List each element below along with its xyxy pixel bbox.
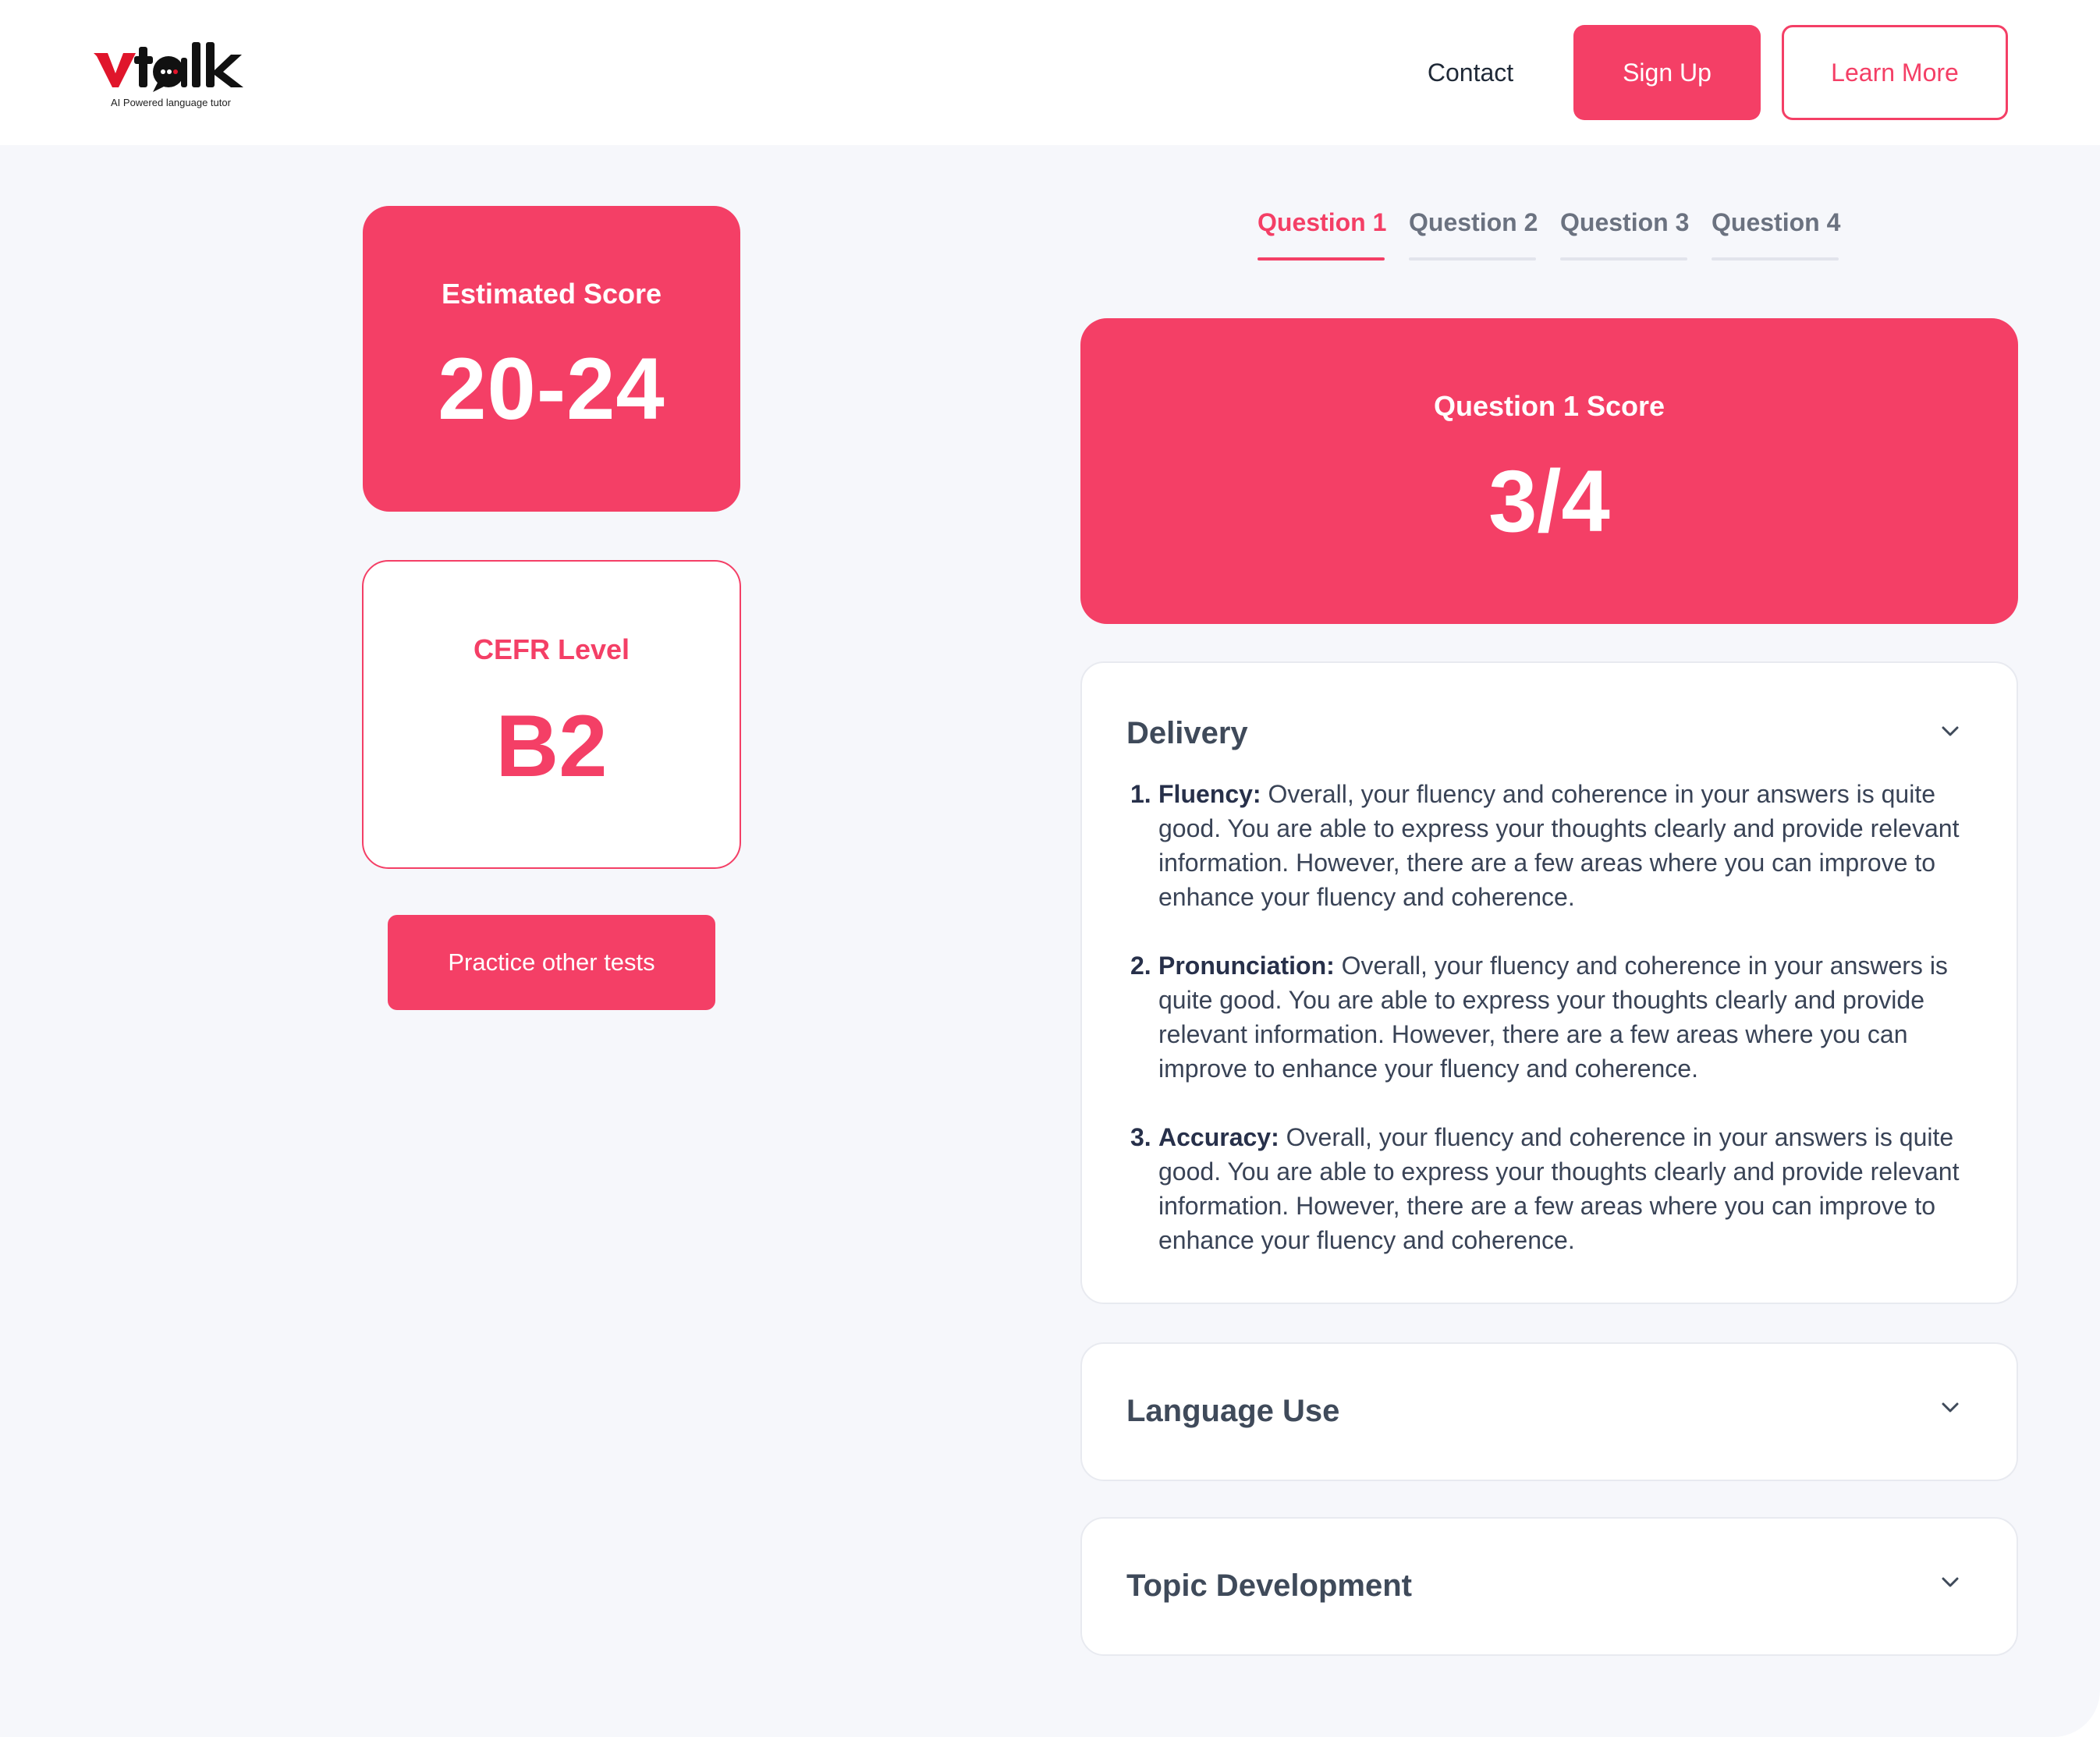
tab-label: Question 1 <box>1258 208 1387 236</box>
feedback-item-text: Overall, your fluency and coherence in y… <box>1158 780 1960 911</box>
topic-development-accordion[interactable]: Topic Development <box>1080 1517 2018 1656</box>
chevron-down-icon[interactable] <box>1939 1395 1962 1419</box>
delivery-accordion: Delivery 1. Fluency: Overall, your fluenc… <box>1080 661 2018 1304</box>
question-score-card: Question 1 Score 3/4 <box>1080 318 2018 624</box>
feedback-item-pronunciation: 2. Pronunciation: Overall, your fluency a… <box>1130 948 1981 1086</box>
feedback-item-term: Fluency: <box>1158 780 1261 808</box>
feedback-item-term: Pronunciation: <box>1158 952 1335 980</box>
feedback-item-term: Accuracy: <box>1158 1123 1279 1151</box>
language-use-accordion[interactable]: Language Use <box>1080 1342 2018 1481</box>
estimated-score-label: Estimated Score <box>441 278 662 310</box>
tab-question-4[interactable]: Question 4 <box>1712 204 1841 261</box>
question-score-value: 3/4 <box>1488 452 1610 550</box>
feedback-item-accuracy: 3. Accuracy: Overall, your fluency and co… <box>1130 1120 1981 1257</box>
chevron-down-icon[interactable] <box>1939 1570 1962 1593</box>
practice-other-tests-button[interactable]: Practice other tests <box>388 915 715 1010</box>
tab-question-2[interactable]: Question 2 <box>1409 204 1538 261</box>
tab-question-3[interactable]: Question 3 <box>1560 204 1690 261</box>
tab-label: Question 3 <box>1560 208 1690 236</box>
vtalk-logo-mark <box>94 42 243 92</box>
tab-question-1[interactable]: Question 1 <box>1258 204 1387 261</box>
delivery-accordion-title[interactable]: Delivery <box>1126 716 1248 751</box>
top-navbar: AI Powered language tutor Contact Sign U… <box>0 0 2100 145</box>
tab-underline <box>1560 257 1687 261</box>
topic-development-accordion-title[interactable]: Topic Development <box>1126 1569 1412 1604</box>
cefr-level-card: CEFR Level B2 <box>362 560 741 869</box>
tab-underline <box>1258 257 1385 261</box>
feedback-item-text: Overall, your fluency and coherence in y… <box>1158 1123 1960 1254</box>
tab-underline <box>1712 257 1839 261</box>
vtalk-logo[interactable]: AI Powered language tutor <box>94 39 250 111</box>
question-score-label: Question 1 Score <box>1433 390 1665 422</box>
contact-link[interactable]: Contact <box>1396 25 1545 120</box>
chevron-down-icon[interactable] <box>1939 719 1962 743</box>
feedback-item-number: 1. <box>1130 780 1151 808</box>
estimated-score-value: 20-24 <box>438 340 665 438</box>
feedback-item-number: 3. <box>1130 1123 1151 1151</box>
learn-more-button[interactable]: Learn More <box>1782 25 2008 120</box>
delivery-feedback-list: 1. Fluency: Overall, your fluency and coh… <box>1130 777 1981 1292</box>
sign-up-button[interactable]: Sign Up <box>1573 25 1761 120</box>
feedback-item-number: 2. <box>1130 952 1151 980</box>
logo-tagline: AI Powered language tutor <box>111 97 231 108</box>
results-area: Estimated Score 20-24 CEFR Level B2 Prac… <box>0 145 2100 1737</box>
cefr-level-label: CEFR Level <box>473 633 630 665</box>
page: AI Powered language tutor Contact Sign U… <box>0 0 2100 1737</box>
language-use-accordion-title[interactable]: Language Use <box>1126 1394 1339 1429</box>
tab-label: Question 4 <box>1712 208 1841 236</box>
cefr-level-value: B2 <box>495 697 608 795</box>
estimated-score-card: Estimated Score 20-24 <box>363 206 740 512</box>
tab-label: Question 2 <box>1409 208 1538 236</box>
tab-underline <box>1409 257 1536 261</box>
feedback-item-fluency: 1. Fluency: Overall, your fluency and coh… <box>1130 777 1981 914</box>
